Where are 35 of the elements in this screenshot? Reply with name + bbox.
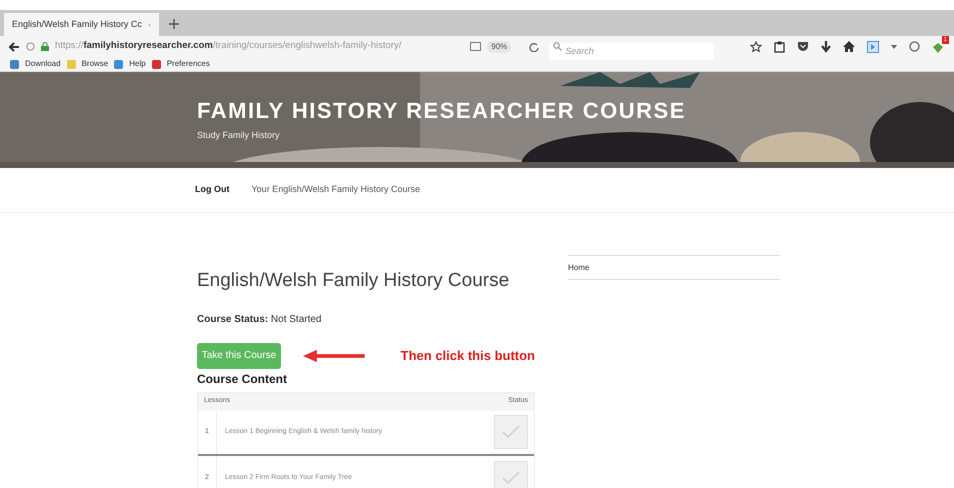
bookmark-star-icon[interactable] xyxy=(750,40,762,52)
clipboard-icon[interactable] xyxy=(774,40,786,52)
annotation-text: Then click this button xyxy=(400,346,535,365)
bookmark-link[interactable]: Download xyxy=(25,58,61,70)
bookmark-link[interactable]: Browse xyxy=(82,58,108,70)
bookmark-icon[interactable] xyxy=(10,60,19,68)
dropdown-icon[interactable] xyxy=(891,44,898,48)
reader-view-icon[interactable] xyxy=(470,42,482,51)
course-status: Course Status: Not Started xyxy=(197,312,322,326)
bookmark-link[interactable]: Preferences xyxy=(166,58,210,70)
home-icon[interactable] xyxy=(843,41,856,52)
bookmark-icon[interactable] xyxy=(152,60,161,68)
browser-tab[interactable]: English/Welsh Family History Cc xyxy=(4,13,159,36)
section-heading: Course Content xyxy=(197,370,288,388)
nav-link[interactable]: Log Out xyxy=(195,183,230,197)
zoom-level[interactable]: 90% xyxy=(487,40,512,52)
back-icon[interactable] xyxy=(8,40,20,52)
url-text[interactable]: https://familyhistoryresearcher.com/training/courses/englishwelsh-family-history/ xyxy=(54,39,454,54)
check-icon xyxy=(501,424,521,440)
search-icon xyxy=(553,42,562,51)
tab-title: English/Welsh Family History Cc xyxy=(12,18,142,31)
pocket-icon[interactable] xyxy=(797,41,810,52)
bookmark-icon[interactable] xyxy=(114,60,124,68)
reload-icon[interactable] xyxy=(529,42,540,52)
new-tab-icon[interactable] xyxy=(169,19,179,29)
nav-link[interactable]: Your English/Welsh Family History Course xyxy=(252,183,420,197)
search-field[interactable]: Search xyxy=(549,42,714,60)
sidebar-link[interactable]: Home xyxy=(568,262,590,274)
download-icon[interactable] xyxy=(821,40,832,52)
screen-icon[interactable] xyxy=(867,40,880,52)
site-tagline: Study Family History xyxy=(197,129,281,142)
page-title: English/Welsh Family History Course xyxy=(197,269,510,293)
site-title: FAMILY HISTORY RESEARCHER COURSE xyxy=(197,97,687,125)
bookmark-link[interactable]: Help xyxy=(129,58,146,70)
lock-icon xyxy=(40,42,49,51)
